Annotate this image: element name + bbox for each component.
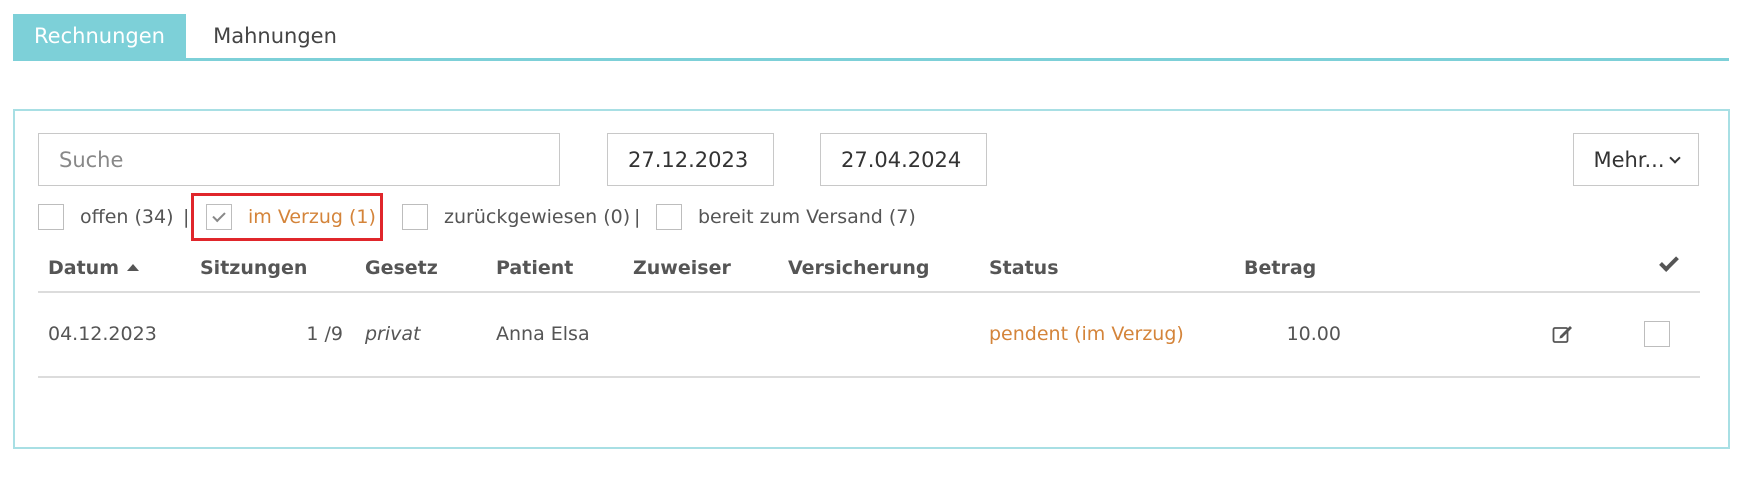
column-header-zuweiser[interactable]: Zuweiser [633, 253, 731, 283]
column-header-sitzungen[interactable]: Sitzungen [200, 253, 307, 283]
cell-gesetz: privat [365, 323, 421, 345]
column-header-gesetz[interactable]: Gesetz [365, 253, 438, 283]
date-to-input[interactable] [820, 133, 987, 186]
more-button-label: Mehr... [1593, 147, 1665, 172]
cell-datum: 04.12.2023 [48, 323, 157, 345]
cell-status: pendent (im Verzug) [989, 323, 1184, 345]
cell-sitzungen: 1 /9 [306, 323, 343, 345]
invoices-panel: Mehr... offen (34) | im Verzug (1) | zur… [13, 109, 1730, 449]
date-from-input[interactable] [607, 133, 774, 186]
chevron-down-icon [1668, 151, 1681, 164]
filter-bereit-zum-versand[interactable]: bereit zum Versand (7) [656, 201, 916, 233]
filter-zurueckgewiesen[interactable]: zurückgewiesen (0) [402, 201, 630, 233]
column-header-status[interactable]: Status [989, 253, 1059, 283]
column-header-datum-label: Datum [48, 257, 119, 279]
column-header-versicherung[interactable]: Versicherung [788, 253, 929, 283]
filter-separator: | [634, 206, 641, 228]
table-row-divider [38, 376, 1700, 378]
row-select-checkbox[interactable] [1644, 321, 1670, 347]
cell-patient: Anna Elsa [496, 323, 590, 345]
edit-icon[interactable] [1552, 324, 1574, 344]
filter-offen-checkbox[interactable] [38, 204, 64, 230]
highlight-box [191, 193, 383, 241]
filter-bereit-checkbox[interactable] [656, 204, 682, 230]
filter-bereit-label: bereit zum Versand (7) [698, 206, 916, 228]
filter-offen[interactable]: offen (34) [38, 201, 174, 233]
column-header-betrag[interactable]: Betrag [1244, 253, 1316, 283]
tab-bar: Rechnungen Mahnungen [13, 14, 1729, 61]
column-header-datum[interactable]: Datum [48, 253, 139, 283]
tab-rechnungen[interactable]: Rechnungen [13, 14, 186, 58]
sort-ascending-icon [127, 263, 139, 271]
filter-zurueckgewiesen-label: zurückgewiesen (0) [444, 206, 631, 228]
column-header-patient[interactable]: Patient [496, 253, 573, 283]
filter-separator: | [183, 206, 190, 228]
tab-mahnungen[interactable]: Mahnungen [186, 14, 364, 58]
more-button[interactable]: Mehr... [1573, 133, 1699, 186]
filter-zurueckgewiesen-checkbox[interactable] [402, 204, 428, 230]
table-header-divider [38, 291, 1700, 293]
cell-betrag: 10.00 [1286, 323, 1341, 345]
filter-offen-label: offen (34) [80, 206, 174, 228]
check-all-icon[interactable] [1659, 252, 1679, 272]
search-input[interactable] [38, 133, 560, 186]
